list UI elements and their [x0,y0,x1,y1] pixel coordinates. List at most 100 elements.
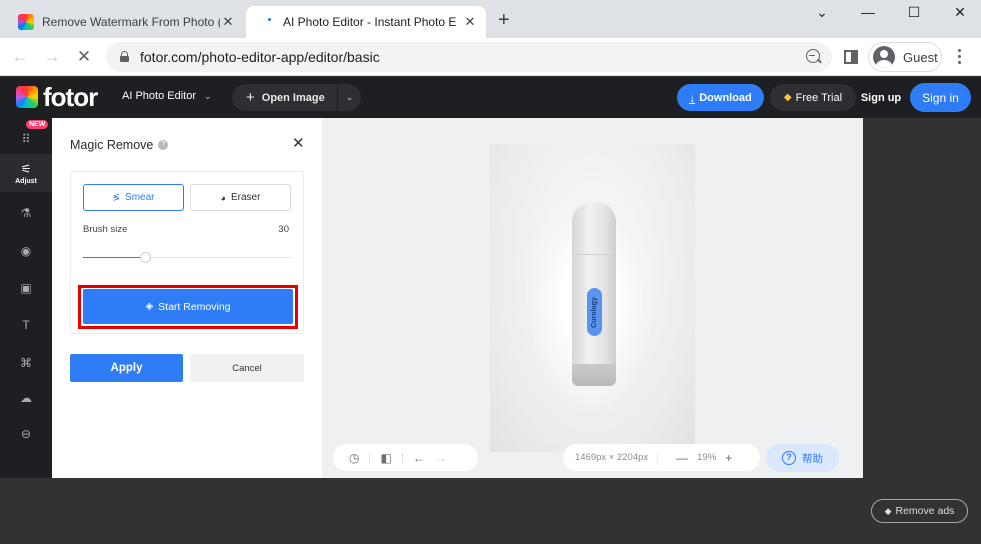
undo-icon[interactable]: ← [413,451,425,465]
free-trial-button[interactable]: ◆ Free Trial [770,84,856,111]
address-bar[interactable]: fotor.com/photo-editor-app/editor/basic [106,42,832,72]
panel-title: Magic Remove ? [70,138,169,152]
zoom-out-button[interactable]: — [676,451,688,465]
bottle-label: Curology [587,288,602,336]
sidebar-item-frames[interactable]: ▣ [0,269,52,307]
download-icon: ↓ [689,90,696,105]
redo-icon[interactable]: → [435,451,447,465]
browser-menu-icon[interactable] [958,49,962,67]
sidebar-item-label: Adjust [15,177,37,185]
tab-close-icon[interactable]: ✕ [220,14,236,30]
tab-title: Remove Watermark From Photo ( [42,15,220,29]
diamond-icon: ◆ [783,92,792,103]
flask-icon: ⚗ [20,206,32,220]
sidebar-item-upload[interactable]: ☁ [0,379,52,417]
grid-icon: ⠿ [21,132,31,146]
brush-size-value: 30 [278,224,289,235]
brush-size-label: Brush size [83,224,128,235]
free-trial-label: Free Trial [795,91,843,104]
plus-icon: + [246,89,255,106]
smear-mode-button[interactable]: ≶ Smear [83,184,184,211]
more-icon: ⊖ [20,427,32,441]
start-removing-label: Start Removing [158,300,231,313]
profile-button[interactable]: Guest [868,42,942,72]
sidebar-item-effects[interactable]: ◉ [0,232,52,270]
product-menu-label: AI Photo Editor [122,90,196,102]
zoom-out-icon[interactable] [806,49,820,63]
eraser-mode-button[interactable]: ◕ Eraser [190,184,291,211]
open-image-button[interactable]: + Open Image [232,84,338,111]
divider [401,452,403,463]
back-button[interactable]: ← [9,46,31,68]
sliders-icon: ⚟ [20,161,32,176]
sidebar-item-text[interactable]: T [0,306,52,344]
zoom-level[interactable]: 19% [697,452,716,463]
logo-text: fotor [43,82,98,112]
sidebar-item-beauty[interactable]: ⚗ [0,194,52,232]
apply-button[interactable]: Apply [70,354,183,382]
tool-sidebar: ⠿ NEW ⚟ Adjust ⚗ ◉ ▣ T ⌘ ☁ ⊖ [0,118,52,478]
url-text[interactable]: fotor.com/photo-editor-app/editor/basic [140,49,380,65]
slider-handle[interactable] [140,252,152,263]
ad-area [863,118,981,478]
profile-name: Guest [903,49,938,65]
magic-remove-panel: Magic Remove ? ✕ ≶ Smear ◕ Eraser Brush … [52,118,322,478]
sidebar-item-adjust[interactable]: ⚟ Adjust [0,154,52,192]
sidebar-item-more[interactable]: ⊖ [0,415,52,453]
tab-search-dropdown-icon[interactable]: ⌄ [799,0,845,24]
help-button[interactable]: ? 帮助 [766,444,839,472]
editor-canvas[interactable]: Curology ◷ ◧ ← → 1469px × 2204px — 19% +… [322,118,863,478]
maximize-button[interactable]: ☐ [891,0,937,24]
browser-tab-strip: Remove Watermark From Photo ( ✕ AI Photo… [0,0,981,38]
brush-size-slider[interactable] [83,252,291,264]
eraser-icon: ◕ [220,192,226,203]
shapes-icon: ⌘ [20,356,32,370]
brush-settings-card: ≶ Smear ◕ Eraser Brush size 30 ◈ Start R… [70,171,304,334]
new-badge: NEW [26,120,49,129]
sidebar-item-elements[interactable]: ⌘ [0,344,52,382]
stop-loading-button[interactable]: ✕ [73,46,95,68]
zoom-in-button[interactable]: + [725,451,732,465]
compare-icon[interactable]: ◧ [380,451,391,465]
tab-close-icon[interactable]: ✕ [462,14,478,30]
forward-button[interactable]: → [41,46,63,68]
help-label: 帮助 [802,452,823,465]
footer-ad-bar [0,478,981,544]
fotor-logo[interactable]: fotor [16,82,98,112]
text-icon: T [22,318,30,332]
start-removing-button[interactable]: ◈ Start Removing [83,289,293,324]
minimize-button[interactable]: — [845,0,891,24]
new-tab-button[interactable]: + [498,10,510,30]
chevron-down-icon: ⌄ [204,90,212,101]
browser-tab-remove-watermark[interactable]: Remove Watermark From Photo ( ✕ [8,6,244,38]
image-dimensions: 1469px × 2204px [575,452,649,463]
eraser-label: Eraser [230,192,261,203]
download-label: Download [699,91,752,104]
bottle-cap [572,364,616,386]
open-image-dropdown[interactable]: ⌄ [338,92,361,103]
eraser-icon: ◈ [145,301,154,312]
lock-icon[interactable] [120,51,129,62]
sign-in-button[interactable]: Sign in [910,83,971,112]
help-icon[interactable]: ? [158,140,169,150]
browser-tab-ai-photo-editor[interactable]: AI Photo Editor - Instant Photo E ✕ [246,6,486,38]
product-menu[interactable]: AI Photo Editor ⌄ [122,90,212,102]
fotor-logo-icon [16,86,38,108]
close-window-button[interactable]: ✕ [937,0,981,24]
diamond-icon: ◆ [884,505,892,516]
open-image-label: Open Image [261,91,325,104]
side-panel-icon[interactable] [844,50,858,64]
fotor-favicon-icon [18,14,34,30]
app-header: fotor AI Photo Editor ⌄ + Open Image ⌄ ↓… [0,77,981,118]
product-photo[interactable]: Curology [490,144,695,452]
chevron-down-icon: ⌄ [345,92,354,102]
sign-up-link[interactable]: Sign up [858,84,904,111]
smear-icon: ≶ [112,192,121,202]
smear-label: Smear [125,192,155,203]
download-button[interactable]: ↓ Download [677,84,764,111]
close-panel-button[interactable]: ✕ [292,134,305,152]
question-icon: ? [782,451,796,465]
remove-ads-button[interactable]: ◆ Remove ads [871,499,968,523]
history-icon[interactable]: ◷ [349,451,359,465]
cancel-button[interactable]: Cancel [190,354,304,382]
